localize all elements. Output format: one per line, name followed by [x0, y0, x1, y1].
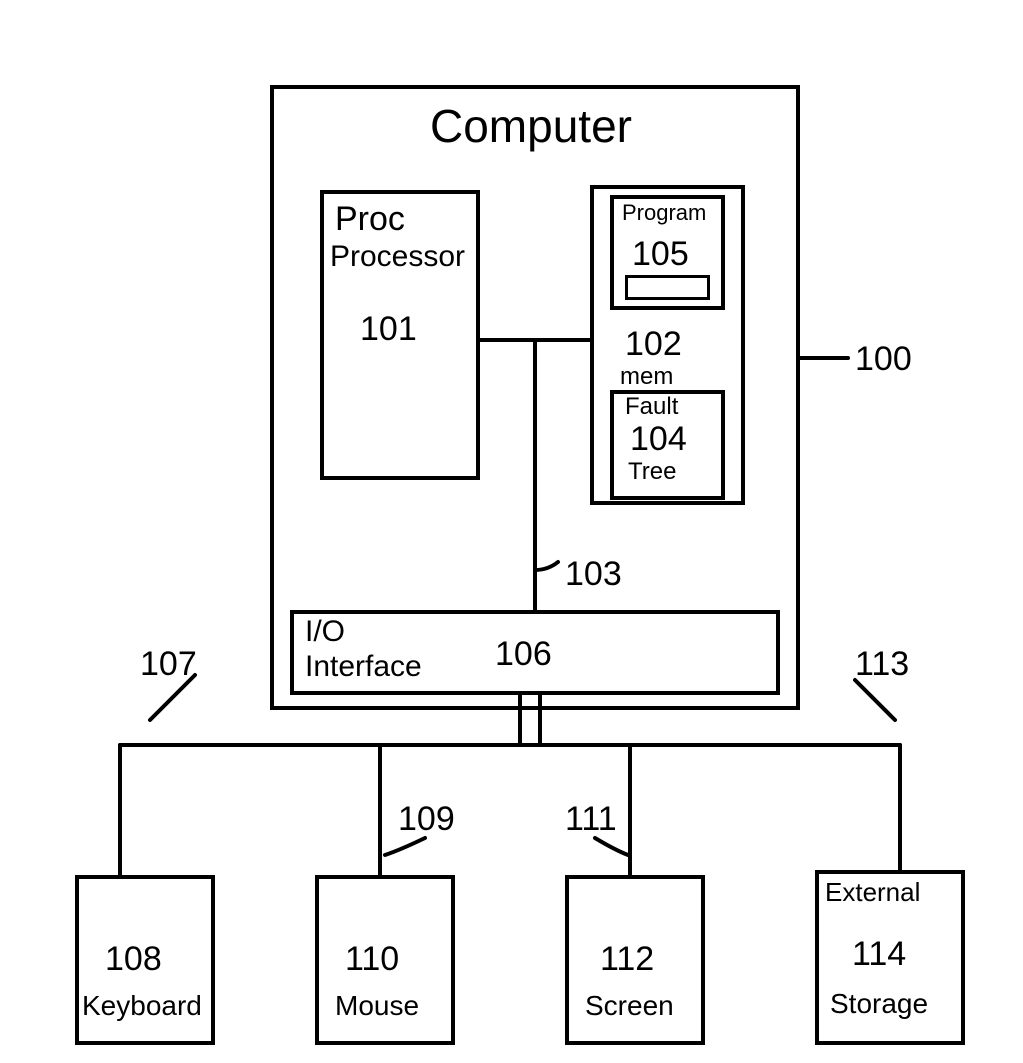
processor-label-top: Proc	[335, 200, 405, 239]
conn-storage-ref: 113	[855, 645, 909, 684]
diagram-root: Computer Proc Processor 101 102 mem Prog…	[0, 0, 1023, 1063]
mouse-label: Mouse	[335, 990, 419, 1022]
computer-ref: 100	[855, 340, 912, 379]
computer-title: Computer	[430, 100, 632, 153]
processor-label-bottom: Processor	[330, 240, 465, 275]
conn-screen-ref: 111	[565, 800, 617, 839]
processor-ref: 101	[360, 310, 417, 349]
memory-label: mem	[620, 363, 673, 391]
storage-label-bottom: Storage	[830, 988, 928, 1020]
io-label-bottom: Interface	[305, 650, 422, 685]
screen-ref: 112	[600, 940, 654, 979]
bus-ref: 103	[565, 555, 622, 594]
conn-mouse-ref: 109	[398, 800, 455, 839]
mouse-ref: 110	[345, 940, 399, 979]
screen-label: Screen	[585, 990, 674, 1022]
fault-tree-label-bottom: Tree	[628, 458, 676, 486]
keyboard-ref: 108	[105, 940, 162, 979]
program-label: Program	[622, 200, 706, 225]
program-ref: 105	[632, 235, 689, 274]
fault-tree-ref: 104	[630, 420, 687, 459]
program-inner-box	[625, 275, 710, 300]
storage-ref: 114	[852, 935, 906, 974]
conn-kb-ref: 107	[140, 645, 197, 684]
storage-label-top: External	[825, 878, 920, 908]
keyboard-label: Keyboard	[82, 990, 202, 1022]
io-ref: 106	[495, 635, 552, 674]
memory-ref: 102	[625, 325, 682, 364]
io-label-top: I/O	[305, 615, 345, 650]
fault-tree-label-top: Fault	[625, 393, 678, 421]
